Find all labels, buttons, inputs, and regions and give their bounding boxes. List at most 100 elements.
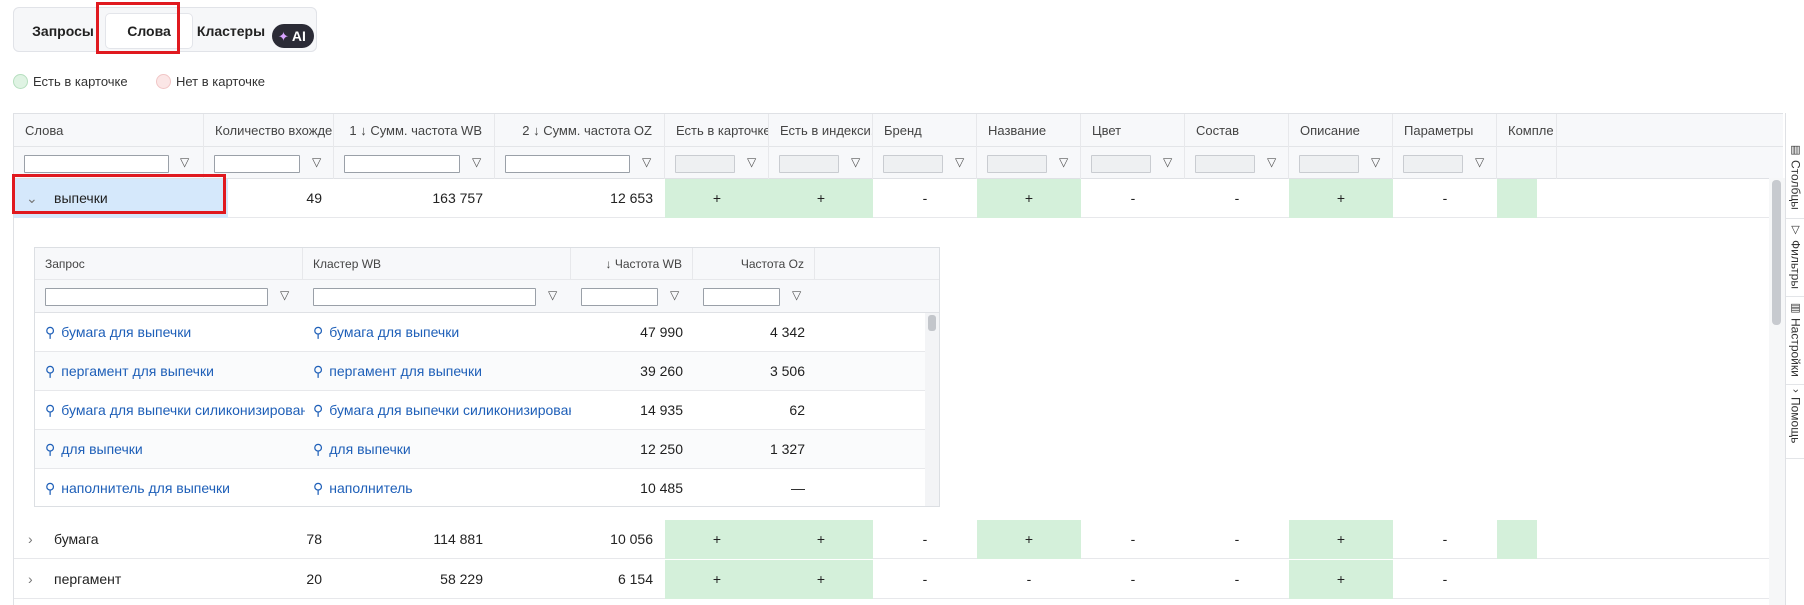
filter-input-indexed	[779, 155, 839, 173]
chevron-down-icon[interactable]: ⌄	[26, 179, 38, 218]
nested-filter-cluster[interactable]	[313, 288, 536, 306]
filter-input-composition	[1195, 155, 1255, 173]
tab-words[interactable]: Слова	[105, 13, 193, 49]
side-tab-columns[interactable]: ▥ Столбцы	[1786, 139, 1804, 219]
funnel-icon[interactable]: ▽	[548, 288, 557, 302]
funnel-icon[interactable]: ▽	[1475, 155, 1484, 169]
settings-icon: ▤	[1789, 301, 1801, 314]
col-header-set[interactable]: Компле	[1497, 114, 1557, 147]
filter-input-description	[1299, 155, 1359, 173]
cell-indexed: +	[769, 179, 873, 218]
funnel-icon[interactable]: ▽	[180, 155, 189, 169]
col-header-description[interactable]: Описание	[1289, 114, 1393, 147]
tab-clusters[interactable]: Кластеры	[195, 16, 267, 46]
query-link: бумага для выпечки	[61, 324, 192, 340]
funnel-icon[interactable]: ▽	[851, 155, 860, 169]
col-header-color[interactable]: Цвет	[1081, 114, 1185, 147]
nested-scrollbar[interactable]	[925, 313, 939, 506]
tab-requests[interactable]: Запросы	[30, 16, 96, 46]
search-icon[interactable]: ⚲	[45, 430, 55, 469]
col-header-indexed[interactable]: Есть в индекси...	[769, 114, 873, 147]
funnel-icon[interactable]: ▽	[1163, 155, 1172, 169]
nested-table-header: Запрос Кластер WB ↓ Частота WB Частота O…	[35, 248, 939, 280]
funnel-icon[interactable]: ▽	[312, 155, 321, 169]
table-row[interactable]: › пергамент 20 58 229 6 154 + + - - - - …	[14, 560, 1770, 599]
col-header-in-card[interactable]: Есть в карточке	[665, 114, 769, 147]
search-icon[interactable]: ⚲	[45, 391, 55, 430]
funnel-icon[interactable]: ▽	[472, 155, 481, 169]
cell-in-card: +	[665, 520, 769, 559]
search-icon[interactable]: ⚲	[313, 352, 323, 391]
cell-word[interactable]: выпечки	[54, 179, 108, 218]
funnel-icon[interactable]: ▽	[670, 288, 679, 302]
col-header-sum-wb[interactable]: 1 ↓ Сумм. частота WB	[334, 114, 495, 147]
funnel-icon[interactable]: ▽	[747, 155, 756, 169]
funnel-icon[interactable]: ▽	[1059, 155, 1068, 169]
funnel-icon[interactable]: ▽	[1267, 155, 1276, 169]
search-icon[interactable]: ⚲	[45, 352, 55, 391]
selected-cell	[14, 179, 228, 218]
col-header-brand[interactable]: Бренд	[873, 114, 977, 147]
red-dot-icon	[156, 74, 171, 89]
chevron-right-icon[interactable]: ›	[28, 520, 33, 559]
col-header-composition[interactable]: Состав	[1185, 114, 1289, 147]
funnel-icon: ▽	[1789, 223, 1801, 236]
side-tab-filters[interactable]: ▽ Фильтры	[1786, 219, 1804, 297]
table-row[interactable]: ⌄ выпечки 49 163 757 12 653 + + - + - - …	[14, 179, 1770, 218]
funnel-icon[interactable]: ▽	[1371, 155, 1380, 169]
funnel-icon[interactable]: ▽	[280, 288, 289, 302]
sparkle-icon: ✦	[278, 29, 289, 44]
cell-name: +	[977, 179, 1081, 218]
nested-col-freq-oz[interactable]: Частота Oz	[693, 248, 815, 280]
cell-description: +	[1289, 560, 1393, 599]
funnel-icon[interactable]: ▽	[955, 155, 964, 169]
freq-wb: 47 990	[640, 324, 683, 340]
cell-sum-wb: 114 881	[433, 531, 483, 547]
search-icon[interactable]: ⚲	[313, 430, 323, 469]
search-icon[interactable]: ⚲	[313, 391, 323, 430]
cell-set	[1497, 520, 1537, 559]
filter-input-sum-wb[interactable]	[344, 155, 460, 173]
freq-oz: 3 506	[769, 363, 805, 379]
side-tab-settings[interactable]: ▤ Настройки	[1786, 297, 1804, 385]
nested-row: ⚲ пергамент для выпечки ⚲ пергамент для вы…	[35, 352, 925, 391]
search-icon[interactable]: ⚲	[45, 469, 55, 506]
freq-oz: 4 342	[769, 324, 805, 340]
cell-composition: -	[1234, 571, 1240, 587]
nested-col-freq-wb[interactable]: ↓ Частота WB	[571, 248, 693, 280]
funnel-icon[interactable]: ▽	[642, 155, 651, 169]
table-row[interactable]: › бумага 78 114 881 10 056 + + - + - - +…	[14, 520, 1770, 559]
search-icon[interactable]: ⚲	[45, 313, 55, 352]
cell-sum-oz: 10 056	[610, 531, 653, 547]
nested-row: ⚲ для выпечки ⚲ для выпечки 12 250 1 327	[35, 430, 925, 469]
nested-col-cluster[interactable]: Кластер WB	[303, 248, 571, 280]
cell-sum-wb: 58 229	[440, 571, 483, 587]
col-header-count[interactable]: Количество вхожде...	[204, 114, 334, 147]
nested-scrollbar-thumb[interactable]	[928, 315, 936, 331]
funnel-icon[interactable]: ▽	[792, 288, 801, 302]
nested-col-query[interactable]: Запрос	[35, 248, 303, 280]
table-scrollbar-thumb[interactable]	[1772, 180, 1781, 325]
col-header-words[interactable]: Слова	[14, 114, 204, 147]
nested-filter-freq-wb[interactable]	[581, 288, 658, 306]
side-tab-help[interactable]: › Помощь	[1786, 385, 1804, 459]
filter-input-sum-oz[interactable]	[505, 155, 630, 173]
col-header-name[interactable]: Название	[977, 114, 1081, 147]
filter-input-count[interactable]	[214, 155, 300, 173]
col-header-params[interactable]: Параметры	[1393, 114, 1497, 147]
search-icon[interactable]: ⚲	[313, 313, 323, 352]
cell-word[interactable]: бумага	[54, 520, 99, 559]
nested-filter-freq-oz[interactable]	[703, 288, 780, 306]
filter-row: ▽ ▽ ▽ ▽ ▽ ▽ ▽ ▽ ▽ ▽ ▽ ▽	[14, 147, 1783, 179]
cell-composition: -	[1234, 190, 1240, 206]
chevron-right-icon[interactable]: ›	[28, 560, 33, 599]
filter-input-words[interactable]	[24, 155, 169, 173]
legend-in-card: Есть в карточке	[13, 74, 128, 89]
cell-set	[1497, 179, 1537, 218]
cell-word[interactable]: пергамент	[54, 560, 121, 599]
col-header-sum-oz[interactable]: 2 ↓ Сумм. частота OZ	[495, 114, 665, 147]
nested-filter-query[interactable]	[45, 288, 268, 306]
words-table: Слова Количество вхожде... 1 ↓ Сумм. час…	[13, 113, 1783, 605]
search-icon[interactable]: ⚲	[313, 469, 323, 506]
ai-badge[interactable]: ✦ AI	[272, 24, 314, 48]
